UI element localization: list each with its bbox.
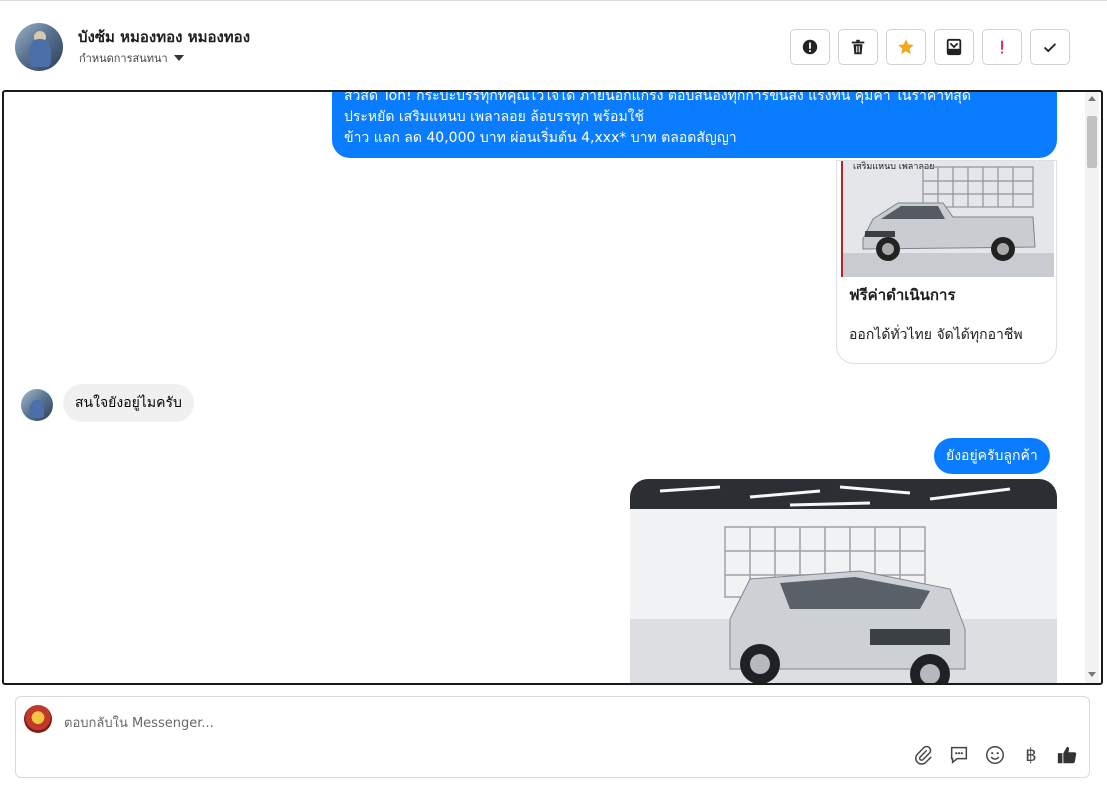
mark-done-button[interactable] [1030, 29, 1070, 65]
incoming-message: สนใจยังอยู่ไมครับ [63, 384, 194, 422]
chat-bubble-icon [950, 746, 968, 764]
alert-circle-icon [802, 39, 818, 55]
thread-scrollbar[interactable] [1085, 92, 1099, 683]
archive-button[interactable] [934, 29, 974, 65]
check-icon [1043, 43, 1057, 53]
outgoing-message-promo: สวัสดี Ton! กระบะบรรทุกที่คุณไว้ใจได้ ภา… [332, 90, 1057, 158]
truck-photo[interactable] [630, 479, 1057, 683]
baht-icon: ฿ [1025, 744, 1037, 766]
inbox-conversation-view: บังซ้ม หมองทอง หมองทอง กำหนดการสนทนา สวั… [0, 0, 1107, 786]
star-icon [898, 39, 914, 55]
pickup-truck-image: เสริมแหนบ เพลาลอย [841, 161, 1054, 277]
reply-composer[interactable]: ตอบกลับใน Messenger... ฿ [15, 696, 1090, 778]
report-spam-button[interactable] [790, 29, 830, 65]
delete-button[interactable] [838, 29, 878, 65]
emoji-button[interactable] [983, 743, 1007, 767]
scroll-up-arrow-icon[interactable] [1088, 96, 1096, 101]
attach-button[interactable] [911, 743, 935, 767]
exclamation-icon [1001, 40, 1004, 54]
promo-line-3: ข้าว แลก ลด 40,000 บาท ผ่อนเริ่มต้น 4,xx… [344, 130, 737, 146]
star-button[interactable] [886, 29, 926, 65]
payment-button[interactable]: ฿ [1019, 743, 1043, 767]
promo-line-1: สวัสดี Ton! กระบะบรรทุกที่คุณไว้ใจได้ ภา… [344, 90, 971, 104]
message-thread[interactable]: สวัสดี Ton! กระบะบรรทุกที่คุณไว้ใจได้ ภา… [2, 90, 1103, 685]
paperclip-icon [915, 745, 932, 765]
card-title: ฟรีค่าดำเนินการ [849, 286, 956, 304]
contact-avatar-small[interactable] [21, 389, 53, 421]
header-actions [790, 29, 1070, 65]
truck-illustration: เสริมแหนบ เพลาลอย [843, 161, 1054, 277]
like-button[interactable] [1055, 743, 1079, 767]
conversation-header: บังซ้ม หมองทอง หมองทอง กำหนดการสนทนา [0, 0, 1107, 90]
caret-down-icon [173, 55, 184, 61]
trash-icon [851, 39, 865, 55]
card-subtitle: ออกได้ทั่วไทย จัดได้ทุกอาชีพ [849, 327, 1023, 343]
contact-name[interactable]: บังซ้ม หมองทอง หมองทอง [78, 25, 250, 49]
reply-input[interactable]: ตอบกลับใน Messenger... [64, 712, 214, 733]
mark-important-button[interactable] [982, 29, 1022, 65]
page-avatar [24, 705, 52, 733]
contact-avatar[interactable] [15, 23, 63, 71]
thumbs-up-icon [1057, 746, 1077, 764]
scroll-down-arrow-icon[interactable] [1088, 672, 1096, 677]
product-card[interactable]: เสริมแหนบ เพลาลอย ฟรีค่าดำเนินการ ออกได้… [836, 160, 1057, 364]
scroll-thumb[interactable] [1087, 116, 1097, 168]
smiley-icon [986, 746, 1004, 764]
composer-tools: ฿ [911, 743, 1079, 767]
promo-line-2: ประหยัด เสริมแหนบ เพลาลอย ล้อบรรทุก พร้อ… [344, 109, 645, 125]
archive-icon [946, 38, 962, 56]
card-image-caption: เสริมแหนบ เพลาลอย [853, 161, 935, 172]
outgoing-message-reply: ยังอยู่ครับลูกค้า [934, 438, 1050, 474]
assign-label: กำหนดการสนทนา [79, 52, 168, 65]
assign-conversation-dropdown[interactable]: กำหนดการสนทนา [79, 49, 184, 67]
saved-replies-button[interactable] [947, 743, 971, 767]
truck-photo-illustration [630, 479, 1057, 683]
